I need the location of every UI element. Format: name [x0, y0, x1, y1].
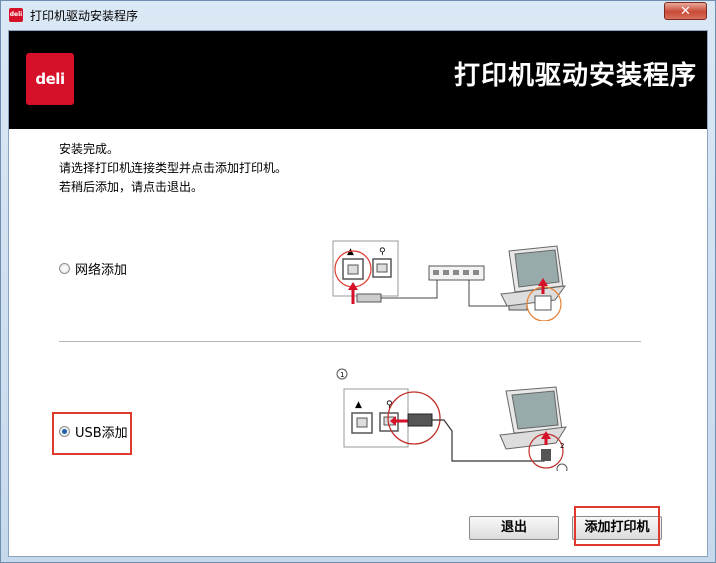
header-banner: deli 打印机驱动安装程序 [9, 31, 707, 129]
close-icon: ✕ [680, 4, 691, 19]
window-title: 打印机驱动安装程序 [30, 9, 139, 23]
options-divider [59, 341, 641, 342]
usb-option-label[interactable]: USB添加 [75, 422, 128, 441]
step-2-badge: 2 [560, 442, 565, 450]
network-option[interactable]: 网络添加 [59, 259, 127, 278]
banner-title: 打印机驱动安装程序 [453, 61, 697, 91]
title-bar[interactable]: deli 打印机驱动安装程序 ✕ [1, 1, 715, 29]
usb-connection-diagram: ▲ ⚲ [336, 368, 568, 471]
svg-text:⚲: ⚲ [379, 247, 386, 257]
step-1-badge: 1 [340, 371, 345, 379]
svg-text:▲: ▲ [355, 400, 362, 410]
instruction-line-2: 请选择打印机连接类型并点击添加打印机。 [59, 161, 288, 175]
close-button[interactable]: ✕ [664, 2, 707, 20]
network-connection-diagram: ▲ ⚲ [332, 240, 567, 321]
network-option-label[interactable]: 网络添加 [75, 259, 127, 278]
add-printer-highlight [574, 506, 660, 546]
deli-logo: deli [26, 53, 74, 105]
installer-window: deli 打印机驱动安装程序 ✕ deli 打印机驱动安装程序 安装完成。 请选… [0, 0, 716, 563]
installer-content: deli 打印机驱动安装程序 安装完成。 请选择打印机连接类型并点击添加打印机。… [8, 30, 708, 557]
instruction-line-3: 若稍后添加，请点击退出。 [59, 180, 204, 194]
network-radio[interactable] [59, 263, 70, 274]
app-icon: deli [9, 8, 23, 22]
usb-option[interactable]: USB添加 [59, 422, 128, 441]
exit-button[interactable]: 退出 [469, 516, 559, 540]
instruction-line-1: 安装完成。 [59, 142, 120, 156]
usb-radio[interactable] [59, 426, 70, 437]
